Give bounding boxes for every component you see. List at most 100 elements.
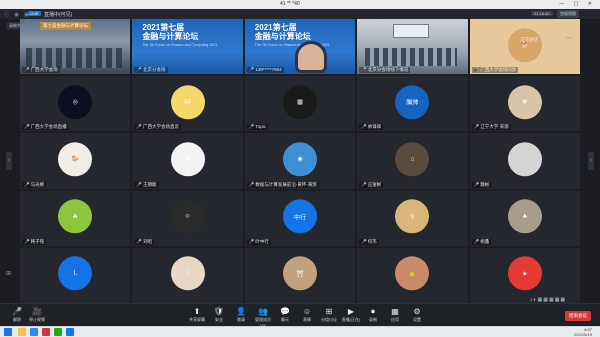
mic-muted-icon: 🎤 bbox=[473, 124, 480, 130]
participant-avatar: ⛩ bbox=[282, 256, 317, 291]
participant-tile[interactable]: ★ bbox=[469, 247, 580, 303]
participant-name-label: 🎤王朗聪 bbox=[134, 181, 159, 188]
gear-icon: ⚙ bbox=[413, 307, 421, 316]
speaking-indicator: 正在讲话 bbox=[520, 37, 538, 42]
participant-avatar: ✈ bbox=[170, 142, 205, 177]
meeting-app-icon[interactable] bbox=[66, 328, 74, 336]
participant-tile[interactable]: ⛰ 🎤杨鑫 bbox=[469, 190, 580, 246]
end-meeting-button[interactable]: 结束会议 bbox=[565, 311, 591, 321]
toolbar-gear-button[interactable]: ⚙ 设置 bbox=[406, 307, 428, 323]
toolbar-share-screen-button[interactable]: ⬆ 共享屏幕 bbox=[186, 307, 208, 323]
toolbar-members-button[interactable]: 👥管理成员(45) bbox=[252, 307, 274, 328]
participant-name: 北京分会场线下情况 bbox=[367, 67, 409, 73]
view-mode-button[interactable]: 宫格视图 bbox=[557, 10, 579, 18]
participant-avatar: 🐎 bbox=[58, 142, 93, 177]
toolbar-camera-button[interactable]: 🎥 停止视频 bbox=[26, 307, 48, 323]
window-controls[interactable]: — ▢ ✕ bbox=[559, 1, 596, 7]
toolbar-live-button[interactable]: ▶ 直播(正在) bbox=[340, 307, 362, 323]
toolbar-invite-button[interactable]: 👤 邀请 bbox=[230, 307, 252, 323]
toolbar-emoji-button[interactable]: ☺ 表情 bbox=[296, 307, 318, 323]
participant-tile[interactable]: 中行 🎤叶中行 bbox=[244, 190, 356, 246]
invite-icon: 👤 bbox=[236, 307, 246, 316]
participant-name-label: 🎤北京分会场 bbox=[134, 67, 168, 74]
next-page-arrow-icon[interactable]: › bbox=[588, 152, 594, 170]
speaker-video bbox=[294, 41, 327, 73]
chat-icon: 💬 bbox=[280, 307, 290, 316]
participant-tile[interactable]: ◉ 🎤数据与计算发展前沿-黄怀-黄凯 bbox=[244, 133, 356, 189]
dog-avatar-icon: 🐕 bbox=[507, 27, 542, 62]
participant-tile[interactable]: 2021第七届 金融与计算论坛 The 7th Forum on Finance a… bbox=[244, 19, 356, 75]
conference-title-line1: 2021第七届 bbox=[142, 23, 185, 32]
live-status-text[interactable]: 直播中(可见) bbox=[44, 11, 72, 18]
toolbar-label: 停止视频 bbox=[29, 317, 45, 322]
mic-muted-icon: 🎤 bbox=[473, 181, 480, 187]
participant-avatar: ☺ bbox=[170, 199, 205, 234]
participant-tile[interactable]: 第七届金融与计算论坛 🎤广西大学会场 bbox=[20, 19, 131, 75]
participant-name-label: 🎤应富彬 bbox=[359, 181, 384, 188]
toolbar-apps-button[interactable]: ▦ 应用 bbox=[384, 307, 406, 323]
windows-start-icon[interactable] bbox=[4, 328, 12, 336]
participant-tile[interactable]: ☘ 🎤韩子铭 bbox=[20, 190, 131, 246]
mic-muted-icon: 🎤 bbox=[361, 181, 367, 187]
window-title: 41 ** *40 bbox=[280, 1, 300, 7]
participant-avatar: 中行 bbox=[282, 199, 317, 234]
conference-title-line2: 金融与计算论坛 bbox=[142, 32, 199, 41]
participant-tile[interactable]: ☺ bbox=[132, 247, 243, 303]
participant-tile[interactable]: ⚲ 🎤何杰 bbox=[357, 190, 468, 246]
participant-avatar: ◉ bbox=[282, 142, 317, 177]
participant-name: 马光继 bbox=[30, 181, 45, 187]
toolbar-label: 表情 bbox=[303, 317, 311, 322]
participant-tile[interactable]: ✈ 🎤王朗聪 bbox=[132, 133, 243, 189]
participant-name: 应富彬 bbox=[367, 181, 382, 187]
participant-tile[interactable]: ❀ 🎤辽宁大学-宋骐 bbox=[469, 76, 580, 132]
participant-name-label: 🎤马光继 bbox=[22, 181, 47, 188]
meeting-toolbar: 结束会议 🎤解除🎥停止视频⬆共享屏幕🛡安全👤邀请👥管理成员(45)💬聊天☺表情⊞… bbox=[0, 303, 600, 328]
participant-tile[interactable]: L bbox=[20, 247, 131, 303]
participant-tile[interactable]: 2021第七届 金融与计算论坛 The 7th Forum on Finance a… bbox=[132, 19, 243, 75]
edge-icon[interactable] bbox=[30, 328, 38, 336]
toolbar-label: 共享屏幕 bbox=[189, 317, 205, 322]
participant-tile[interactable]: 🎤魏彬 bbox=[469, 133, 580, 189]
record-icon: ⏺ bbox=[371, 307, 375, 316]
explorer-icon[interactable] bbox=[18, 328, 26, 336]
mic-muted-icon: 🎤 bbox=[473, 67, 480, 73]
participant-tile[interactable]: 🐕 🎤广西大学会场同步 bbox=[469, 19, 580, 75]
toolbar-mic-button[interactable]: 🎤 解除 bbox=[6, 307, 28, 323]
app-icon[interactable] bbox=[42, 328, 50, 336]
toolbar-record-button[interactable]: ⏺ 录制 bbox=[362, 307, 384, 323]
meeting-info-icons[interactable]: ⓘ ◉ ▣ bbox=[4, 11, 31, 18]
mic-muted-icon: 🎤 bbox=[248, 124, 255, 130]
wechat-icon[interactable] bbox=[54, 328, 62, 336]
toolbar-label: 直播(正在) bbox=[341, 317, 361, 322]
room-audience bbox=[365, 48, 458, 67]
participant-tile[interactable]: 🍐 bbox=[357, 247, 468, 303]
participant-name-label: 🎤数据与计算发展前沿-黄怀-黄凯 bbox=[246, 181, 319, 188]
toolbar-chat-button[interactable]: 💬 聊天 bbox=[274, 307, 296, 323]
conference-title: 2021第七届 金融与计算论坛 bbox=[255, 23, 311, 41]
taskbar-clock: 8:57 2021/6/19 bbox=[574, 327, 592, 337]
mic-muted-icon: 🎤 bbox=[24, 181, 30, 187]
more-options-icon[interactable]: ••• bbox=[566, 36, 572, 42]
participant-tile[interactable]: 🐎 🎤马光继 bbox=[20, 133, 131, 189]
toolbar-shield-button[interactable]: 🛡 安全 bbox=[208, 307, 230, 323]
participant-name: 广西大学会场 bbox=[30, 67, 58, 73]
toolbar-breakout-button[interactable]: ⊞ 分组讨论 bbox=[318, 307, 340, 323]
participant-tile[interactable]: ◎ 🎤广西大学会场直播 bbox=[20, 76, 131, 132]
participant-name-label: 🎤何杰 bbox=[359, 238, 379, 245]
participant-avatar: ❀ bbox=[507, 85, 542, 120]
grid-layout-icon[interactable]: ⊞ bbox=[6, 270, 11, 277]
participant-tile[interactable]: 🎤北京分会场线下情况 bbox=[357, 19, 468, 75]
participant-name: 北京分会场 bbox=[143, 67, 166, 73]
prev-page-arrow-icon[interactable]: ‹ bbox=[6, 152, 12, 170]
participant-tile[interactable]: ▦ 🎤Topic bbox=[244, 76, 356, 132]
participant-tile[interactable]: ⛩ bbox=[244, 247, 356, 303]
participant-tile[interactable]: ☺ 🎤刘昭 bbox=[132, 190, 243, 246]
members-icon: 👥 bbox=[258, 307, 268, 316]
mic-muted-icon: 🎤 bbox=[248, 67, 255, 73]
window-titlebar: 41 ** *40 — ▢ ✕ bbox=[0, 0, 600, 9]
toolbar-label: 设置 bbox=[413, 317, 421, 322]
participant-tile[interactable]: 腾帅 🎤帅锋锋 bbox=[357, 76, 468, 132]
participant-tile[interactable]: 64 🎤广西大学会场直云 bbox=[132, 76, 243, 132]
participant-tile[interactable]: ⌂ 🎤应富彬 bbox=[357, 133, 468, 189]
breakout-icon: ⊞ bbox=[325, 307, 333, 316]
